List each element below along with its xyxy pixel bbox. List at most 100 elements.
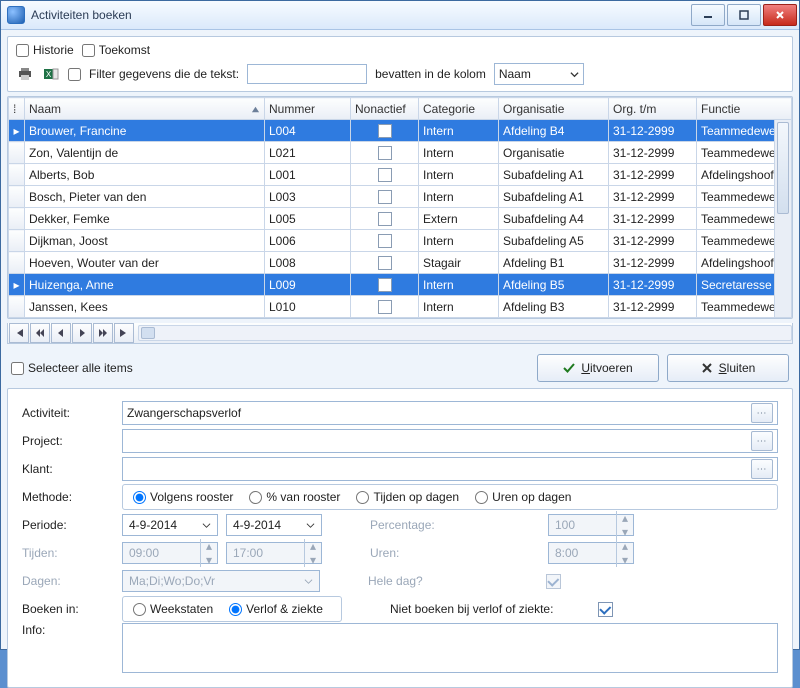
project-lookup-button[interactable]: ⋯ — [751, 431, 773, 451]
cell-org-tm: 31-12-2999 — [609, 164, 697, 186]
table-row[interactable]: Zon, Valentijn deL021InternOrganisatie31… — [9, 142, 792, 164]
col-functie[interactable]: Functie — [697, 98, 792, 120]
klant-field[interactable]: ⋯ — [122, 457, 778, 481]
project-field[interactable]: ⋯ — [122, 429, 778, 453]
cell-naam: Dijkman, Joost — [25, 230, 265, 252]
label-uren: Uren: — [370, 546, 540, 560]
table-row[interactable]: Janssen, KeesL010InternAfdeling B331-12-… — [9, 296, 792, 318]
client-area: Historie Toekomst X Filter gegevens die … — [1, 30, 799, 649]
sort-asc-icon — [251, 103, 260, 117]
sluiten-button[interactable]: Sluiten — [667, 354, 789, 382]
hele-dag-checkbox — [546, 574, 561, 589]
cell-nonactief[interactable] — [351, 274, 419, 296]
cell-nonactief[interactable] — [351, 208, 419, 230]
nav-first[interactable] — [9, 323, 29, 343]
klant-lookup-button[interactable]: ⋯ — [751, 459, 773, 479]
cell-nonactief[interactable] — [351, 186, 419, 208]
methode-pct-van-rooster[interactable]: % van rooster — [249, 490, 340, 504]
label-periode: Periode: — [22, 518, 114, 532]
cell-org-tm: 31-12-2999 — [609, 296, 697, 318]
tijden-to: 17:00▴▾ — [226, 542, 322, 564]
print-button[interactable] — [16, 65, 34, 83]
cell-nonactief[interactable] — [351, 142, 419, 164]
nav-hscroll-thumb[interactable] — [141, 327, 155, 339]
col-categorie[interactable]: Categorie — [419, 98, 499, 120]
cell-nonactief[interactable] — [351, 230, 419, 252]
rowhead-header[interactable]: ⁞ — [9, 98, 25, 120]
col-nonactief[interactable]: Nonactief — [351, 98, 419, 120]
nav-last[interactable] — [114, 323, 134, 343]
nav-prev-page[interactable] — [30, 323, 50, 343]
table-row[interactable]: ▸Huizenga, AnneL009InternAfdeling B531-1… — [9, 274, 792, 296]
activiteit-field[interactable]: Zwangerschapsverlof ⋯ — [122, 401, 778, 425]
cell-naam: Janssen, Kees — [25, 296, 265, 318]
cell-nonactief[interactable] — [351, 164, 419, 186]
cell-naam: Alberts, Bob — [25, 164, 265, 186]
select-all-checkbox[interactable]: Selecteer alle items — [11, 361, 133, 375]
col-org-tm[interactable]: Org. t/m — [609, 98, 697, 120]
row-marker — [9, 296, 25, 318]
methode-uren-op-dagen[interactable]: Uren op dagen — [475, 490, 571, 504]
cell-org-tm: 31-12-2999 — [609, 252, 697, 274]
nav-prev[interactable] — [51, 323, 71, 343]
cell-naam: Bosch, Pieter van den — [25, 186, 265, 208]
boeken-verlof-ziekte[interactable]: Verlof & ziekte — [229, 602, 323, 616]
label-tijden: Tijden: — [22, 546, 114, 560]
nav-hscrollbar[interactable] — [138, 325, 792, 341]
percentage-field: 100▴▾ — [548, 514, 634, 536]
niet-boeken-checkbox[interactable] — [598, 602, 613, 617]
historie-checkbox[interactable]: Historie — [16, 43, 74, 57]
table-row[interactable]: Bosch, Pieter van denL003InternSubafdeli… — [9, 186, 792, 208]
nav-next[interactable] — [72, 323, 92, 343]
cell-nonactief[interactable] — [351, 296, 419, 318]
filter-text-input[interactable] — [247, 64, 367, 84]
cell-nonactief[interactable] — [351, 120, 419, 142]
table-row[interactable]: Alberts, BobL001InternSubafdeling A131-1… — [9, 164, 792, 186]
methode-volgens-rooster[interactable]: Volgens rooster — [133, 490, 233, 504]
uitvoeren-button[interactable]: Uitvoeren — [537, 354, 659, 382]
chevron-down-icon — [306, 521, 315, 530]
grid-navigator — [7, 323, 793, 344]
boeken-in-radios: Weekstaten Verlof & ziekte — [122, 596, 342, 622]
cell-nummer: L021 — [265, 142, 351, 164]
table-row[interactable]: ▸Brouwer, FrancineL004InternAfdeling B43… — [9, 120, 792, 142]
filter-pre-label: Filter gegevens die de tekst: — [89, 67, 239, 81]
uitvoeren-label: Uitvoeren — [581, 361, 632, 375]
table-row[interactable]: Dekker, FemkeL005ExternSubafdeling A431-… — [9, 208, 792, 230]
methode-tijden-op-dagen[interactable]: Tijden op dagen — [356, 490, 459, 504]
label-percentage: Percentage: — [370, 518, 540, 532]
row-marker — [9, 186, 25, 208]
close-button[interactable] — [763, 4, 797, 26]
label-project: Project: — [22, 434, 114, 448]
excel-icon: X — [43, 66, 59, 82]
table-row[interactable]: Hoeven, Wouter van derL008StagairAfdelin… — [9, 252, 792, 274]
activiteit-lookup-button[interactable]: ⋯ — [751, 403, 773, 423]
boeken-weekstaten[interactable]: Weekstaten — [133, 602, 213, 616]
col-nummer[interactable]: Nummer — [265, 98, 351, 120]
scrollbar-thumb[interactable] — [777, 122, 789, 214]
col-organisatie[interactable]: Organisatie — [499, 98, 609, 120]
nav-next-page[interactable] — [93, 323, 113, 343]
form-panel: Activiteit: Zwangerschapsverlof ⋯ Projec… — [7, 388, 793, 688]
maximize-button[interactable] — [727, 4, 761, 26]
filter-column-select[interactable]: Naam — [494, 63, 584, 85]
cell-nonactief[interactable] — [351, 252, 419, 274]
row-marker: ▸ — [9, 274, 25, 296]
cell-naam: Huizenga, Anne — [25, 274, 265, 296]
cell-nummer: L008 — [265, 252, 351, 274]
cell-categorie: Intern — [419, 164, 499, 186]
periode-from[interactable]: 4-9-2014 — [122, 514, 218, 536]
header-row: ⁞ Naam Nummer Nonactief Categorie Organi… — [9, 98, 792, 120]
grid-vscrollbar[interactable] — [774, 120, 791, 317]
cell-categorie: Stagair — [419, 252, 499, 274]
toekomst-checkbox[interactable]: Toekomst — [82, 43, 150, 57]
periode-to[interactable]: 4-9-2014 — [226, 514, 322, 536]
spin-up-icon: ▴ — [617, 511, 633, 525]
minimize-button[interactable] — [691, 4, 725, 26]
table-row[interactable]: Dijkman, JoostL006InternSubafdeling A531… — [9, 230, 792, 252]
filter-enable-checkbox[interactable] — [68, 68, 81, 81]
cell-naam: Brouwer, Francine — [25, 120, 265, 142]
export-excel-button[interactable]: X — [42, 65, 60, 83]
info-textarea[interactable] — [122, 623, 778, 673]
col-naam[interactable]: Naam — [25, 98, 265, 120]
